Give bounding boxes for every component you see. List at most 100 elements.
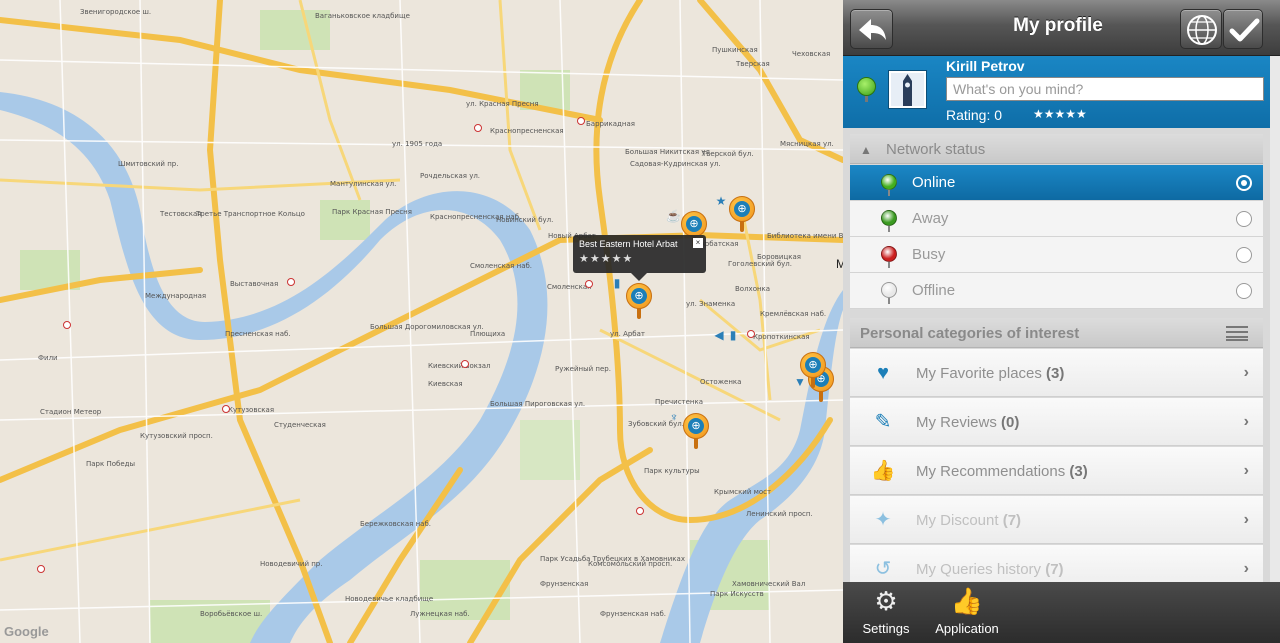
radio-button[interactable] [1236, 211, 1252, 227]
confirm-button[interactable] [1223, 9, 1263, 49]
category-count: (7) [1045, 561, 1064, 578]
metro-station-icon [474, 124, 482, 132]
away-pin-icon [881, 210, 897, 226]
category-label: My Favorite places [916, 365, 1042, 382]
category-discount[interactable]: ✦ My Discount (7) › [850, 496, 1263, 544]
chevron-right-icon: › [1243, 511, 1249, 528]
status-option-offline[interactable]: Offline [850, 273, 1263, 309]
bottom-bar: ⚙ Settings 👍 Application [843, 582, 1280, 643]
category-label: My Reviews [916, 414, 997, 431]
history-icon: ↺ [874, 558, 892, 580]
thumbs-up-icon: 👍 [950, 586, 984, 616]
metro-station-icon [461, 360, 469, 368]
star-icon[interactable]: ★ [714, 194, 728, 208]
back-arrow-icon [859, 19, 886, 40]
network-status-label: Network status [886, 141, 986, 158]
metro-station-icon [222, 405, 230, 413]
poi-pin[interactable]: ⊕ [626, 283, 652, 319]
categories-header: Personal categories of interest [850, 318, 1263, 348]
back-button[interactable] [850, 9, 893, 49]
collapse-icon[interactable]: ▲ [860, 143, 872, 157]
network-status-header[interactable]: ▲ Network status [850, 134, 1263, 164]
edit-icon: ✎ [874, 411, 892, 433]
page-title: My profile [1013, 15, 1103, 36]
status-message-input[interactable] [946, 77, 1264, 101]
menu-icon[interactable] [1226, 326, 1248, 341]
category-count: (0) [1001, 414, 1020, 431]
category-label: My Queries history [916, 561, 1042, 578]
popup-close-icon[interactable]: × [693, 238, 703, 248]
category-recommendations[interactable]: 👍 My Recommendations (3) › [850, 447, 1263, 495]
metro-station-icon [63, 321, 71, 329]
category-label: My Discount [916, 512, 999, 529]
poi-pin[interactable]: ⊕ [729, 196, 755, 232]
poi-pin[interactable]: ⊕ [683, 413, 709, 449]
status-option-away[interactable]: Away [850, 201, 1263, 237]
online-status-icon[interactable] [857, 77, 876, 96]
application-button[interactable]: 👍 Application [927, 586, 1007, 641]
green-pin-icon [881, 174, 897, 190]
pin-tail [888, 297, 890, 304]
status-label: Busy [912, 246, 946, 263]
status-option-busy[interactable]: Busy [850, 237, 1263, 273]
globe-icon [1187, 15, 1217, 45]
popup-tail [631, 273, 647, 281]
user-name: Kirill Petrov [946, 58, 1025, 74]
popup-rating-stars: ★★★★★ [579, 253, 634, 265]
category-count: (7) [1002, 512, 1022, 529]
metro-station-icon [577, 117, 585, 125]
chevron-right-icon: › [1243, 462, 1249, 479]
rating-label: Rating: 0 [946, 107, 1003, 123]
pin-tail [888, 261, 890, 268]
category-count: (3) [1046, 365, 1065, 382]
metro-station-icon [585, 280, 593, 288]
status-label: Offline [912, 282, 956, 299]
category-reviews[interactable]: ✎ My Reviews (0) › [850, 398, 1263, 446]
settings-button[interactable]: ⚙ Settings [846, 586, 926, 641]
gear-icon: ⚙ [874, 586, 898, 616]
hotel-popup[interactable]: Best Eastern Hotel Arbat ★★★★★ × [573, 235, 706, 281]
pin-tail [888, 225, 890, 232]
heart-icon: ♥ [877, 362, 889, 384]
radio-button[interactable] [1236, 283, 1252, 299]
globe-icon: ⊕ [805, 357, 821, 373]
category-count: (3) [1069, 463, 1088, 480]
map-provider-logo: Google [4, 624, 49, 639]
lightbulb-icon: ✦ [874, 509, 892, 531]
radio-button[interactable] [1236, 247, 1252, 263]
application-label: Application [935, 621, 999, 636]
user-icon[interactable]: ▮ [726, 328, 740, 342]
rating-stars: ★★★★★ [1033, 107, 1087, 121]
category-favorite-places[interactable]: ♥ My Favorite places (3) › [850, 349, 1263, 397]
red-pin-icon [881, 246, 897, 262]
shop-icon[interactable]: ▼ [793, 375, 807, 389]
map-view[interactable]: Звенигородское ш. Ваганьковское кладбище К… [0, 0, 843, 643]
map-base [0, 0, 843, 643]
chevron-right-icon: › [1243, 364, 1249, 381]
user-icon[interactable]: ▮ [610, 276, 624, 290]
profile-header: Kirill Petrov Rating: 0 ★★★★★ [843, 56, 1270, 128]
map-edge-label: M [836, 257, 843, 271]
panel-scrollbar[interactable] [1270, 56, 1280, 582]
status-label: Online [912, 174, 956, 191]
globe-icon: ⊕ [734, 201, 750, 217]
status-label: Away [912, 210, 949, 227]
metro-station-icon [37, 565, 45, 573]
white-pin-icon [881, 282, 897, 298]
status-option-online[interactable]: Online [850, 165, 1263, 201]
metro-station-icon [636, 507, 644, 515]
tool-icon[interactable]: ♆ [667, 410, 681, 424]
top-bar: My profile [843, 0, 1280, 56]
pin-tail [888, 189, 890, 196]
settings-label: Settings [862, 621, 910, 636]
category-label: My Recommendations [916, 463, 1066, 480]
cafe-icon[interactable]: ☕ [666, 209, 681, 223]
language-button[interactable] [1180, 9, 1222, 49]
chevron-right-icon: › [1243, 560, 1249, 577]
arrow-left-icon[interactable]: ◀ [712, 328, 726, 342]
check-icon [1229, 18, 1260, 42]
radio-button[interactable] [1236, 175, 1252, 191]
avatar[interactable] [889, 71, 926, 108]
categories-label: Personal categories of interest [860, 325, 1080, 342]
big-ben-icon [891, 73, 924, 106]
